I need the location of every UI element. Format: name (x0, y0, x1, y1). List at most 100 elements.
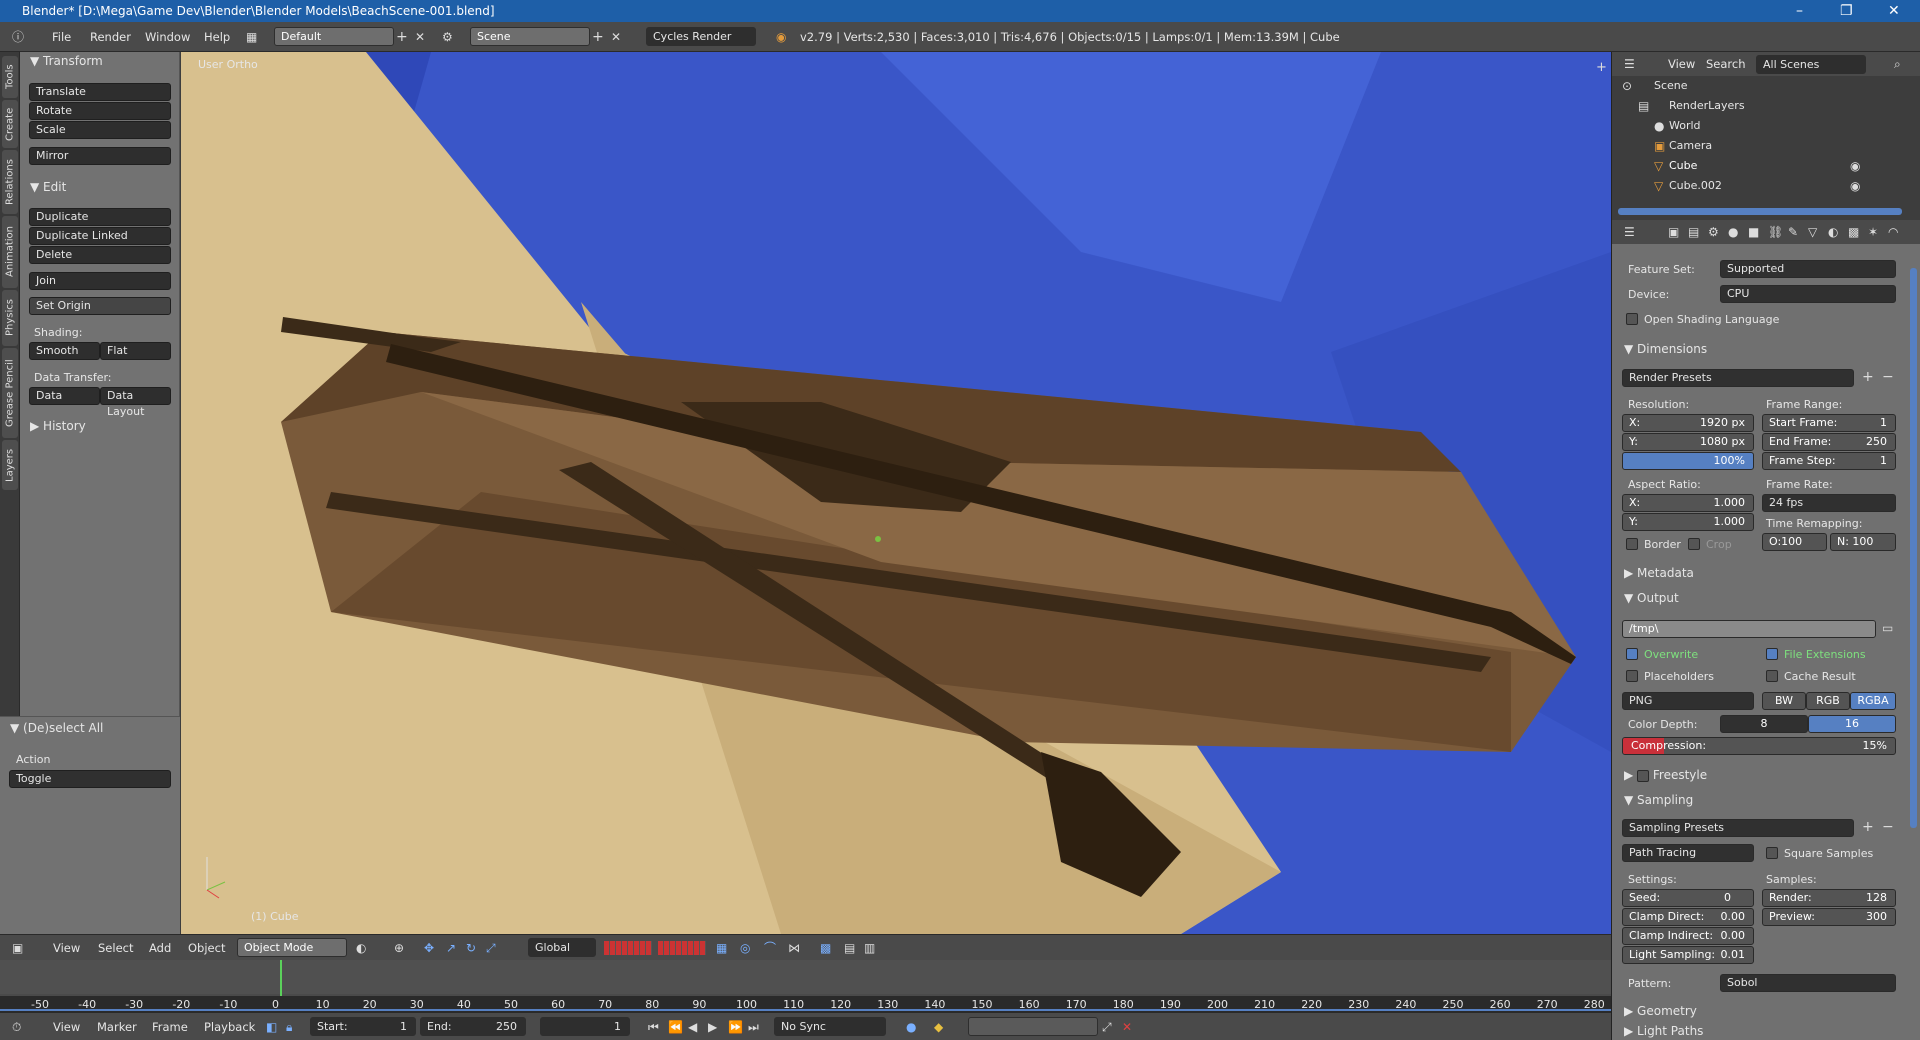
folder-browse-icon[interactable]: ▭ (1882, 621, 1893, 635)
viewport-menu-object[interactable]: Object (188, 941, 225, 955)
constraints-tab-icon[interactable]: ⛓ (1768, 225, 1783, 239)
modifiers-tab-icon[interactable]: ✎ (1788, 225, 1798, 239)
scene-tab-icon[interactable]: ⚙ (1708, 225, 1719, 239)
square-samples-checkbox[interactable] (1766, 847, 1778, 859)
duplicate-linked-button[interactable]: Duplicate Linked (29, 227, 171, 245)
close-icon[interactable]: ✕ (1888, 0, 1900, 22)
rotate-manipulator-icon[interactable]: ↻ (466, 941, 476, 955)
maximize-icon[interactable]: ❐ (1840, 0, 1853, 22)
sync-mode-dropdown[interactable]: No Sync (774, 1017, 886, 1036)
freestyle-panel-header[interactable]: ▶ Freestyle (1624, 768, 1707, 782)
snap-element-icon[interactable]: ⋈ (788, 941, 800, 955)
remove-screen-icon[interactable]: ✕ (415, 30, 425, 44)
render-viewport-icon[interactable]: ▥ (864, 941, 875, 955)
outliner-row-cube[interactable]: ▽ Cube ◉ (1612, 156, 1920, 176)
insert-keyframe-icon[interactable]: ⤢ (1102, 1020, 1112, 1034)
output-path-field[interactable]: /tmp\ (1622, 620, 1876, 638)
remap-old-field[interactable]: O:100 (1762, 533, 1827, 551)
outliner-view-menu[interactable]: View (1668, 57, 1695, 71)
play-icon[interactable]: ▶ (708, 1020, 717, 1034)
sampling-presets-dropdown[interactable]: Sampling Presets (1622, 819, 1854, 837)
proportional-edit-icon[interactable]: ◎ (740, 941, 750, 955)
auto-keying-icon[interactable]: ● (906, 1020, 916, 1034)
clamp-direct-field[interactable]: Clamp Direct: 0.00 (1622, 908, 1754, 926)
file-format-dropdown[interactable]: PNG (1622, 692, 1754, 710)
jump-next-keyframe-icon[interactable]: ⏩ (728, 1020, 743, 1034)
pivot-point-icon[interactable]: ⊕ (394, 941, 404, 955)
depth-16-button[interactable]: 16 (1808, 715, 1896, 733)
sampling-panel-header[interactable]: ▼ Sampling (1624, 793, 1693, 807)
scale-button[interactable]: Scale (29, 121, 171, 139)
active-keying-set-field[interactable] (968, 1017, 1098, 1036)
aspect-x-field[interactable]: X: 1.000 (1622, 494, 1754, 512)
join-button[interactable]: Join (29, 272, 171, 290)
menu-render[interactable]: Render (90, 30, 131, 44)
data-tab-icon[interactable]: ▽ (1808, 225, 1817, 239)
render-presets-dropdown[interactable]: Render Presets (1622, 369, 1854, 387)
layers-lock-icon[interactable]: ▦ (716, 941, 727, 955)
rgb-button[interactable]: RGB (1806, 692, 1850, 710)
panel-history-header[interactable]: ▶ History (30, 419, 86, 433)
render-samples-field[interactable]: Render: 128 (1762, 889, 1896, 907)
tab-relations[interactable]: Relations (2, 150, 18, 214)
properties-toggle-icon[interactable]: + (1596, 60, 1607, 75)
texture-tab-icon[interactable]: ▩ (1848, 225, 1859, 239)
light-paths-panel-header[interactable]: ▶ Light Paths (1624, 1024, 1703, 1038)
compression-slider[interactable]: Compression: 15% (1622, 737, 1896, 755)
freestyle-checkbox[interactable] (1637, 769, 1650, 782)
visibility-eye-icon[interactable]: ◉ (1850, 159, 1860, 173)
panel-edit-header[interactable]: ▼ Edit (30, 180, 66, 194)
delete-button[interactable]: Delete (29, 246, 171, 264)
screen-layout-field[interactable]: Default (274, 27, 394, 46)
translate-manipulator-icon[interactable]: ↗ (446, 941, 456, 955)
opengl-render-icon[interactable]: ▩ (820, 941, 831, 955)
render-layers-tab-icon[interactable]: ▤ (1688, 225, 1699, 239)
viewport-menu-view[interactable]: View (53, 941, 80, 955)
action-dropdown[interactable]: Toggle (9, 770, 171, 788)
device-dropdown[interactable]: CPU (1720, 285, 1896, 303)
metadata-panel-header[interactable]: ▶ Metadata (1624, 566, 1694, 580)
depth-8-button[interactable]: 8 (1720, 715, 1808, 733)
play-reverse-icon[interactable]: ◀ (688, 1020, 697, 1034)
frame-step-field[interactable]: Frame Step: 1 (1762, 452, 1896, 470)
shading-mode-icon[interactable]: ◐ (356, 941, 366, 955)
outliner-row-scene[interactable]: ⊙ Scene (1612, 76, 1920, 96)
lock-range-icon[interactable]: 🔒︎ (286, 1020, 292, 1034)
start-frame-field[interactable]: Start Frame: 1 (1762, 414, 1896, 432)
layer-buttons-group-2[interactable] (658, 941, 706, 955)
editor-type-icon[interactable]: ⓘ (12, 30, 24, 44)
data-layout-button[interactable]: Data Layout (100, 387, 171, 418)
outliner-row-cube002[interactable]: ▽ Cube.002 ◉ (1612, 176, 1920, 196)
manipulator-icon[interactable]: ✥ (424, 941, 434, 955)
scene-field[interactable]: Scene (470, 27, 590, 46)
orientation-dropdown[interactable]: Global (528, 938, 596, 957)
add-sampling-preset-icon[interactable]: + (1862, 820, 1874, 834)
preview-range-icon[interactable]: ◧ (266, 1020, 277, 1034)
panel-transform-header[interactable]: ▼ Transform (30, 54, 103, 68)
aspect-y-field[interactable]: Y: 1.000 (1622, 513, 1754, 531)
cache-result-checkbox[interactable] (1766, 670, 1778, 682)
tab-tools[interactable]: Tools (2, 56, 18, 98)
mode-dropdown[interactable]: Object Mode (237, 938, 347, 957)
viewport-menu-add[interactable]: Add (149, 941, 171, 955)
outliner-row-renderlayers[interactable]: ▤ RenderLayers (1612, 96, 1920, 116)
seed-field[interactable]: Seed: 0 (1622, 889, 1754, 907)
render-animation-icon[interactable]: ▤ (844, 941, 855, 955)
menu-file[interactable]: File (52, 30, 71, 44)
resolution-percentage-slider[interactable]: 100% (1622, 452, 1754, 470)
render-tab-icon[interactable]: ▣ (1668, 225, 1679, 239)
menu-help[interactable]: Help (204, 30, 230, 44)
physics-tab-icon[interactable]: ◠ (1888, 225, 1898, 239)
preview-samples-field[interactable]: Preview: 300 (1762, 908, 1896, 926)
properties-editor-icon[interactable]: ☰ (1624, 225, 1635, 239)
tab-physics[interactable]: Physics (2, 290, 18, 346)
pattern-dropdown[interactable]: Sobol (1720, 974, 1896, 992)
duplicate-button[interactable]: Duplicate (29, 208, 171, 226)
screen-layout-icon[interactable]: ▦ (246, 30, 257, 44)
snap-icon[interactable]: ⌒ (764, 941, 776, 955)
resolution-y-field[interactable]: Y: 1080 px (1622, 433, 1754, 451)
clamp-indirect-field[interactable]: Clamp Indirect: 0.00 (1622, 927, 1754, 945)
timeline-menu-view[interactable]: View (53, 1020, 80, 1034)
mirror-button[interactable]: Mirror (29, 147, 171, 165)
outliner-editor-icon[interactable]: ☰ (1624, 57, 1635, 71)
